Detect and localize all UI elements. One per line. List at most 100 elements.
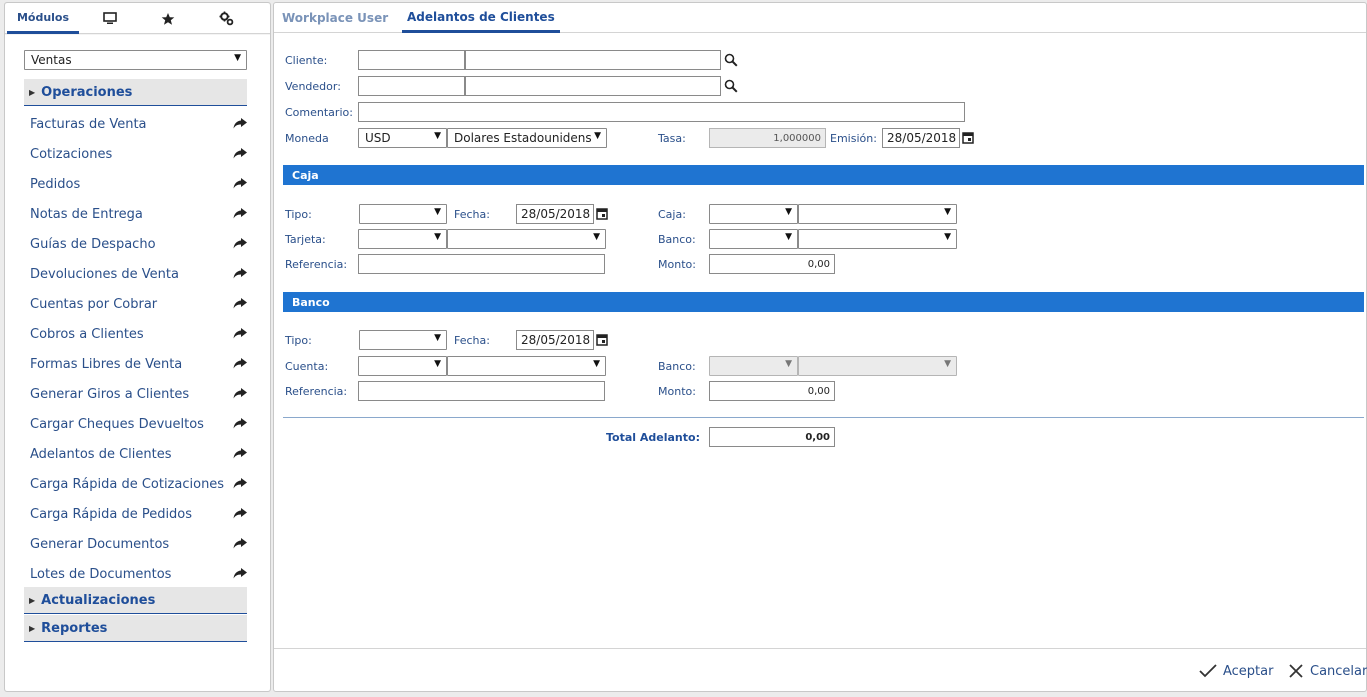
chevron-down-icon: ▼ [434,333,441,343]
caja-fecha-input[interactable]: 28/05/2018 [516,204,594,224]
caja-monto-input[interactable]: 0,00 [709,254,835,274]
cliente-name-input[interactable] [465,50,721,70]
share-arrow-icon[interactable] [232,566,248,580]
modules-body: Ventas ▼ ▶ Operaciones Facturas de Venta… [5,35,270,691]
share-arrow-icon[interactable] [232,116,248,130]
caja-banco-code-select[interactable]: ▼ [709,229,798,249]
menu-item-label: Lotes de Documentos [30,566,172,582]
share-arrow-icon[interactable] [232,416,248,430]
vendedor-name-input[interactable] [465,76,721,96]
banco-tipo-select[interactable]: ▼ [359,330,447,350]
share-arrow-icon[interactable] [232,506,248,520]
search-icon[interactable] [724,53,738,67]
share-arrow-icon[interactable] [232,176,248,190]
banco-cuenta-name-select[interactable]: ▼ [447,356,606,376]
share-arrow-icon[interactable] [232,476,248,490]
tab-workplace-user[interactable]: Workplace User [282,3,388,33]
cliente-code-input[interactable] [358,50,465,70]
menu-item[interactable]: Cobros a Clientes [30,324,248,344]
share-arrow-icon[interactable] [232,206,248,220]
banco-referencia-input[interactable] [358,381,605,401]
accept-button[interactable]: Aceptar [1199,661,1273,681]
caja-referencia-input[interactable] [358,254,605,274]
share-arrow-icon[interactable] [232,266,248,280]
cliente-label: Cliente: [285,53,328,67]
module-select[interactable]: Ventas ▼ [24,50,247,70]
section-reportes[interactable]: ▶ Reportes [24,615,247,642]
menu-item[interactable]: Devoluciones de Venta [30,264,248,284]
caja-caja-label: Caja: [658,207,686,221]
menu-item[interactable]: Notas de Entrega [30,204,248,224]
moneda-name-select[interactable]: Dolares Estadounidens ▼ [447,128,607,148]
menu-item[interactable]: Generar Giros a Clientes [30,384,248,404]
share-arrow-icon[interactable] [232,146,248,160]
menu-item-label: Guías de Despacho [30,236,156,252]
modules-panel: Módulos Ventas ▼ ▶ Operaciones Facturas … [4,2,271,692]
menu-item[interactable]: Guías de Despacho [30,234,248,254]
section-operaciones[interactable]: ▶ Operaciones [24,79,247,106]
caja-code-select[interactable]: ▼ [709,204,798,224]
caja-tarjeta-code-select[interactable]: ▼ [358,229,447,249]
menu-item-label: Generar Documentos [30,536,170,552]
caja-name-select[interactable]: ▼ [798,204,957,224]
moneda-code-value: USD [365,131,391,145]
chevron-down-icon: ▼ [785,232,792,242]
menu-item-label: Formas Libres de Venta [30,356,183,372]
menu-item[interactable]: Cargar Cheques Devueltos [30,414,248,434]
menu-item[interactable]: Generar Documentos [30,534,248,554]
vendedor-code-input[interactable] [358,76,465,96]
vendedor-label: Vendedor: [285,79,341,93]
menu-item[interactable]: Facturas de Venta [30,114,248,134]
menu-item[interactable]: Cotizaciones [30,144,248,164]
action-bar: Aceptar Cancelar [274,648,1367,691]
emision-date-input[interactable]: 28/05/2018 [882,128,960,148]
moneda-code-select[interactable]: USD ▼ [358,128,447,148]
comentario-input[interactable] [358,102,965,122]
menu-item[interactable]: Pedidos [30,174,248,194]
calendar-icon[interactable] [596,207,608,220]
caja-banco-name-select[interactable]: ▼ [798,229,957,249]
menu-item[interactable]: Carga Rápida de Pedidos [30,504,248,524]
banco-monto-input[interactable]: 0,00 [709,381,835,401]
tab-monitor[interactable] [85,3,135,34]
calendar-icon[interactable] [962,131,974,144]
cancel-label: Cancelar [1310,663,1367,679]
share-arrow-icon[interactable] [232,536,248,550]
caja-banco-label: Banco: [658,232,696,246]
share-arrow-icon[interactable] [232,356,248,370]
share-arrow-icon[interactable] [232,386,248,400]
menu-item-label: Devoluciones de Venta [30,266,179,282]
share-arrow-icon[interactable] [232,446,248,460]
menu-item[interactable]: Carga Rápida de Cotizaciones [30,474,248,494]
menu-item[interactable]: Formas Libres de Venta [30,354,248,374]
banco-cuenta-code-select[interactable]: ▼ [358,356,447,376]
menu-item[interactable]: Cuentas por Cobrar [30,294,248,314]
caja-fecha-label: Fecha: [454,207,490,221]
share-arrow-icon[interactable] [232,236,248,250]
chevron-down-icon: ▼ [434,359,441,369]
menu-item[interactable]: Lotes de Documentos [30,564,248,584]
caja-tarjeta-name-select[interactable]: ▼ [447,229,606,249]
section-label: Operaciones [41,84,133,100]
tab-adelantos-de-clientes[interactable]: Adelantos de Clientes [402,3,560,33]
menu-item[interactable]: Adelantos de Clientes [30,444,248,464]
tab-favorites[interactable] [143,3,193,34]
tab-settings[interactable] [201,3,251,34]
section-actualizaciones[interactable]: ▶ Actualizaciones [24,587,247,614]
section-label: Reportes [41,620,108,636]
search-icon[interactable] [724,79,738,93]
tab-modulos[interactable]: Módulos [7,3,79,34]
menu-item-label: Cuentas por Cobrar [30,296,158,312]
comentario-label: Comentario: [285,105,353,119]
share-arrow-icon[interactable] [232,296,248,310]
moneda-name-value: Dolares Estadounidens [454,131,592,145]
chevron-down-icon: ▼ [785,359,792,369]
menu-item-label: Cotizaciones [30,146,113,162]
caja-tipo-select[interactable]: ▼ [359,204,447,224]
share-arrow-icon[interactable] [232,326,248,340]
modules-tabbar: Módulos [5,3,270,34]
cancel-button[interactable]: Cancelar [1288,661,1367,681]
banco-fecha-input[interactable]: 28/05/2018 [516,330,594,350]
chevron-down-icon: ▼ [593,359,600,369]
calendar-icon[interactable] [596,333,608,346]
